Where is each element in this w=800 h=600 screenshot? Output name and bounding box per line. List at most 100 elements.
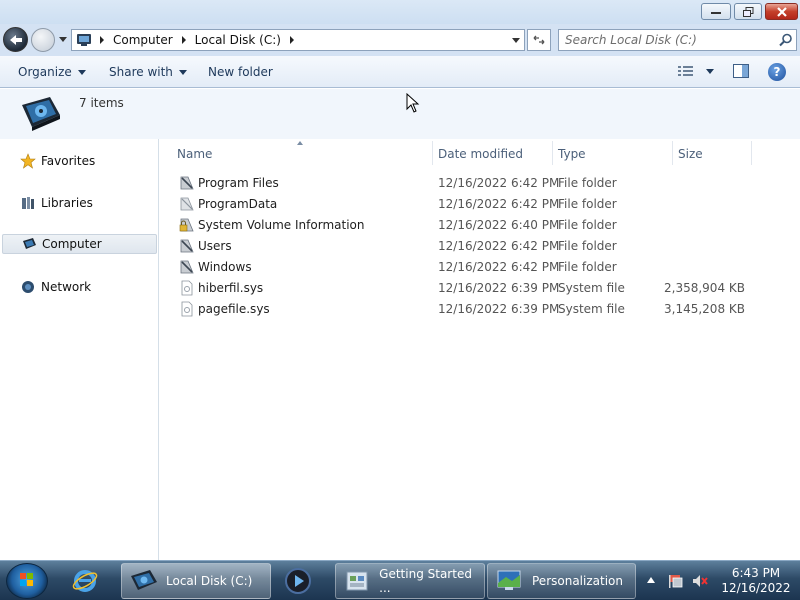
file-type: File folder <box>558 239 617 253</box>
taskbar-local-disk[interactable]: Local Disk (C:) <box>121 563 271 599</box>
file-date: 12/16/2022 6:39 PM <box>438 302 560 316</box>
folder-icon <box>180 260 194 274</box>
file-name: Users <box>198 239 232 253</box>
breadcrumb-separator[interactable] <box>289 36 294 44</box>
new-folder-button[interactable]: New folder <box>208 65 273 79</box>
organize-button[interactable]: Organize <box>18 65 86 79</box>
file-name: Windows <box>198 260 252 274</box>
file-row[interactable]: Windows 12/16/2022 6:42 PM File folder <box>177 257 777 277</box>
file-date: 12/16/2022 6:42 PM <box>438 197 560 211</box>
file-row[interactable]: hiberfil.sys 12/16/2022 6:39 PM System f… <box>177 278 777 298</box>
file-row[interactable]: System Volume Information 12/16/2022 6:4… <box>177 215 777 235</box>
file-name: ProgramData <box>198 197 278 211</box>
folder-icon <box>180 197 194 211</box>
breadcrumb-computer[interactable]: Computer <box>113 33 173 47</box>
windows-logo-icon <box>20 573 33 586</box>
column-divider[interactable] <box>751 141 752 165</box>
file-date: 12/16/2022 6:42 PM <box>438 239 560 253</box>
taskbar-internet-explorer[interactable] <box>62 563 118 599</box>
file-row[interactable]: pagefile.sys 12/16/2022 6:39 PM System f… <box>177 299 777 319</box>
start-button[interactable] <box>6 563 48 599</box>
nav-item-computer[interactable]: Computer <box>2 234 157 254</box>
item-count: 7 items <box>79 96 124 110</box>
search-input[interactable] <box>559 30 769 50</box>
minimize-icon <box>711 11 721 14</box>
control-panel-icon <box>346 571 368 591</box>
network-icon <box>22 281 34 293</box>
breadcrumb-separator[interactable] <box>181 36 186 44</box>
refresh-icon <box>533 35 545 45</box>
column-divider[interactable] <box>552 141 553 165</box>
computer-icon <box>23 238 36 249</box>
file-row[interactable]: ProgramData 12/16/2022 6:42 PM File fold… <box>177 194 777 214</box>
organize-label: Organize <box>18 65 72 79</box>
system-file-icon <box>181 280 193 296</box>
help-button[interactable]: ? <box>768 63 786 81</box>
restore-button[interactable] <box>734 3 762 20</box>
breadcrumb-separator[interactable] <box>100 36 104 44</box>
column-header-type[interactable]: Type <box>558 147 586 161</box>
locked-folder-icon <box>179 218 194 232</box>
nav-item-libraries[interactable]: Libraries <box>2 193 157 213</box>
column-divider[interactable] <box>432 141 433 165</box>
column-header-name[interactable]: Name <box>177 147 212 161</box>
clock-time: 6:43 PM <box>731 566 781 580</box>
file-row[interactable]: Program Files 12/16/2022 6:42 PM File fo… <box>177 173 777 193</box>
file-row[interactable]: Users 12/16/2022 6:42 PM File folder <box>177 236 777 256</box>
close-button[interactable] <box>765 3 798 20</box>
system-tray: 6:43 PM 12/16/2022 <box>640 561 800 600</box>
file-date: 12/16/2022 6:42 PM <box>438 176 560 190</box>
column-header-date[interactable]: Date modified <box>438 147 523 161</box>
taskbar-personalization[interactable]: Personalization <box>487 563 636 599</box>
chevron-down-icon[interactable] <box>706 68 714 74</box>
recent-pages-dropdown[interactable] <box>59 37 67 42</box>
title-bar <box>0 0 800 24</box>
file-list-pane: Name Date modified Type Size Program Fil… <box>160 139 800 560</box>
file-date: 12/16/2022 6:40 PM <box>438 218 560 232</box>
file-name: hiberfil.sys <box>198 281 264 295</box>
file-type: File folder <box>558 176 617 190</box>
chevron-down-icon <box>178 69 187 75</box>
file-name: pagefile.sys <box>198 302 270 316</box>
back-button[interactable] <box>3 27 28 52</box>
action-center-flag-icon[interactable] <box>667 573 683 589</box>
address-history-dropdown[interactable] <box>512 38 520 43</box>
clock[interactable]: 6:43 PM 12/16/2022 <box>716 566 796 596</box>
column-divider[interactable] <box>672 141 673 165</box>
nav-item-network[interactable]: Network <box>2 277 157 297</box>
new-folder-label: New folder <box>208 65 273 79</box>
search-icon[interactable] <box>779 33 793 47</box>
folder-icon <box>180 239 194 253</box>
internet-explorer-icon <box>72 570 98 592</box>
command-bar: Organize Share with New folder ? <box>0 56 800 88</box>
file-name: Program Files <box>198 176 279 190</box>
forward-button[interactable] <box>31 28 55 52</box>
taskbar: Local Disk (C:) Getting Started ... Pers… <box>0 560 800 600</box>
refresh-button[interactable] <box>527 29 551 51</box>
preview-pane-icon <box>733 64 749 78</box>
minimize-button[interactable] <box>701 3 731 20</box>
sort-ascending-icon <box>297 141 303 145</box>
nav-item-favorites[interactable]: Favorites <box>2 151 157 171</box>
help-icon: ? <box>773 65 781 79</box>
taskbar-getting-started[interactable]: Getting Started ... <box>335 563 485 599</box>
show-hidden-icons-button[interactable] <box>647 577 655 583</box>
local-disk-icon <box>131 570 157 590</box>
chevron-down-icon <box>77 69 86 75</box>
file-size: 2,358,904 KB <box>664 281 745 295</box>
share-with-button[interactable]: Share with <box>109 65 187 79</box>
column-header-size[interactable]: Size <box>678 147 703 161</box>
nav-label-network: Network <box>41 280 92 294</box>
address-bar[interactable]: Computer Local Disk (C:) <box>71 29 525 51</box>
volume-muted-icon[interactable] <box>692 573 708 589</box>
taskbar-label: Getting Started ... <box>379 567 472 595</box>
navigation-pane: Favorites Libraries Computer Network <box>0 139 159 560</box>
taskbar-media-player[interactable] <box>275 563 331 599</box>
system-file-icon <box>181 301 193 317</box>
preview-pane-button[interactable] <box>733 64 749 79</box>
breadcrumb-local-disk[interactable]: Local Disk (C:) <box>195 33 281 47</box>
change-view-button[interactable] <box>678 64 714 78</box>
search-field[interactable] <box>558 29 797 51</box>
restore-icon <box>742 6 753 17</box>
file-name: System Volume Information <box>198 218 365 232</box>
